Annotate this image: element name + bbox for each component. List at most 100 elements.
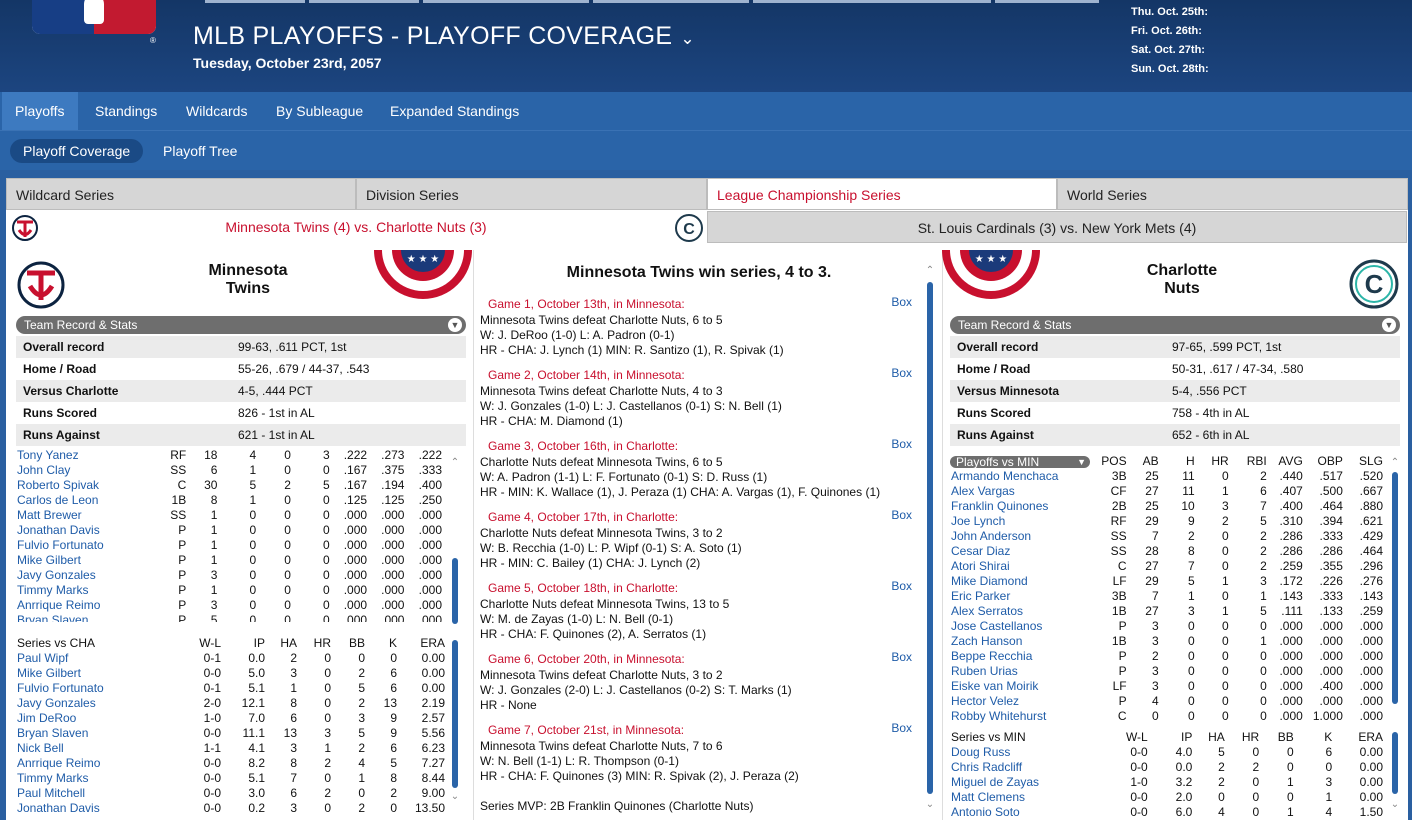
nav-expanded-standings[interactable]: Expanded Standings (377, 92, 532, 130)
matchup-min-cha[interactable]: Minnesota Twins (4) vs. Charlotte Nuts (… (6, 211, 706, 243)
stat-cell[interactable]: Atori Shirai (951, 559, 1101, 574)
stat-cell[interactable]: Tony Yanez (17, 450, 164, 463)
table-row[interactable]: Javy Gonzales P 3 0 0 0 .000 .000 .000 (17, 568, 442, 583)
nav-by-subleague[interactable]: By Subleague (263, 92, 376, 130)
stat-cell[interactable]: Nick Bell (17, 741, 187, 756)
table-row[interactable]: John Anderson SS 7 2 0 2 .286 .333 .429 (951, 529, 1383, 544)
batting-scrollbar[interactable]: ⌃ (1390, 458, 1400, 718)
table-row[interactable]: Timmy Marks 0-0 5.1 7 0 1 8 8.44 (17, 771, 445, 786)
table-row[interactable]: Bryan Slaven 0-0 11.1 13 3 5 9 5.56 (17, 726, 445, 741)
table-row[interactable]: Mike Diamond LF 29 5 1 3 .172 .226 .276 (951, 574, 1383, 589)
table-row[interactable]: Matt Brewer SS 1 0 0 0 .000 .000 .000 (17, 508, 442, 523)
box-score-link[interactable]: Box (891, 366, 912, 380)
table-row[interactable]: Franklin Quinones 2B 25 10 3 7 .400 .464 .880 (951, 499, 1383, 514)
table-row[interactable]: Beppe Recchia P 2 0 0 0 .000 .000 .000 (951, 649, 1383, 664)
stat-cell[interactable]: Beppe Recchia (951, 649, 1101, 664)
stat-cell[interactable]: Bryan Slaven (17, 613, 164, 622)
table-row[interactable]: Jonathan Davis P 1 0 0 0 .000 .000 .000 (17, 523, 442, 538)
stat-cell[interactable]: Armando Menchaca (951, 469, 1101, 484)
stat-cell[interactable]: Jonathan Davis (17, 801, 187, 816)
stat-cell[interactable]: Matt Clemens (951, 790, 1113, 805)
table-row[interactable]: Eiske van Moirik LF 3 0 0 0 .000 .400 .000 (951, 679, 1383, 694)
table-row[interactable]: Nick Bell 1-1 4.1 3 1 2 6 6.23 (17, 741, 445, 756)
table-row[interactable]: Jose Castellanos P 3 0 0 0 .000 .000 .000 (951, 619, 1383, 634)
stat-cell[interactable]: Ruben Urias (951, 664, 1101, 679)
table-row[interactable]: Joe Lynch RF 29 9 2 5 .310 .394 .621 (951, 514, 1383, 529)
table-row[interactable]: Alex Vargas CF 27 11 1 6.407.500.667 (951, 484, 1383, 499)
tab-wildcard-series[interactable]: Wildcard Series (6, 178, 356, 210)
table-row[interactable]: Roberto Spivak C 30 5 2 5 .167 .194 .400 (17, 478, 442, 493)
stat-cell[interactable]: Antonio Soto (951, 805, 1113, 820)
subnav-playoff-tree[interactable]: Playoff Tree (150, 139, 250, 163)
table-row[interactable]: Anrrique Reimo P 3 0 0 0 .000 .000 .000 (17, 598, 442, 613)
stat-cell[interactable]: Anrrique Reimo (17, 598, 164, 613)
stat-cell[interactable]: Alex Serratos (951, 604, 1101, 619)
stat-cell[interactable]: Hector Velez (951, 694, 1101, 709)
table-row[interactable]: Atori Shirai C 27 7 0 2 .259 .355 .296 (951, 559, 1383, 574)
box-score-link[interactable]: Box (891, 650, 912, 664)
table-row[interactable]: Cesar Diaz SS 28 8 0 2 .286 .286 .464 (951, 544, 1383, 559)
stat-cell[interactable]: Jose Castellanos (951, 619, 1101, 634)
chevron-down-icon[interactable]: ▼ (1382, 318, 1396, 332)
nav-wildcards[interactable]: Wildcards (173, 92, 260, 130)
stat-cell[interactable]: Joe Lynch (951, 514, 1101, 529)
stat-cell[interactable]: Roberto Spivak (17, 478, 164, 493)
stat-cell[interactable]: Franklin Quinones (951, 499, 1101, 514)
stat-cell[interactable]: Carlos de Leon (17, 493, 164, 508)
table-row[interactable]: Fulvio Fortunato 0-1 5.1 1 0 5 6 0.00 (17, 681, 445, 696)
table-row[interactable]: Hector Velez P 4 0 0 0 .000 .000 .000 (951, 694, 1383, 709)
stat-cell[interactable]: John Anderson (951, 529, 1101, 544)
table-row[interactable]: Timmy Marks P 1 0 0 0 .000 .000 .000 (17, 583, 442, 598)
table-row[interactable]: Mike Gilbert P 1 0 0 0 .000 .000 .000 (17, 553, 442, 568)
table-row[interactable]: Jim DeRoo 1-0 7.0 6 0 3 9 2.57 (17, 711, 445, 726)
stat-cell[interactable]: Eric Parker (951, 589, 1101, 604)
stat-cell[interactable]: Anrrique Reimo (17, 756, 187, 771)
table-row[interactable]: Paul Wipf 0-1 0.0 2 0 0 0 0.00 (17, 651, 445, 666)
nav-standings[interactable]: Standings (82, 92, 170, 130)
batting-scrollbar[interactable]: ⌃ (450, 458, 460, 628)
chevron-down-icon[interactable]: ⌄ (680, 29, 695, 48)
tab-league-championship-series[interactable]: League Championship Series (707, 178, 1057, 210)
stat-cell[interactable]: Cesar Diaz (951, 544, 1101, 559)
stat-cell[interactable]: Jim DeRoo (17, 711, 187, 726)
stat-cell[interactable]: Doug Russ (951, 745, 1113, 760)
table-row[interactable]: Jonathan Davis 0-0 0.2 3 0 2 0 13.50 (17, 801, 445, 816)
stat-cell[interactable]: Alex Vargas (951, 484, 1101, 499)
table-row[interactable]: Doug Russ 0-0 4.0 5 0 0 6 0.00 (951, 745, 1383, 760)
table-row[interactable]: Javy Gonzales 2-0 12.1 8 0 2 13 2.19 (17, 696, 445, 711)
table-row[interactable]: Robby Whitehurst C 0 0 0 0 .000 1.000 .000 (951, 709, 1383, 724)
box-score-link[interactable]: Box (891, 295, 912, 309)
stat-cell[interactable]: Fulvio Fortunato (17, 538, 164, 553)
stat-cell[interactable]: John Clay (17, 463, 164, 478)
table-row[interactable]: Eric Parker 3B 7 1 0 1 .143 .333 .143 (951, 589, 1383, 604)
tab-world-series[interactable]: World Series (1057, 178, 1408, 210)
stat-cell[interactable]: Mike Diamond (951, 574, 1101, 589)
box-score-link[interactable]: Box (891, 721, 912, 735)
table-row[interactable]: Alex Serratos 1B 27 3 1 5 .111 .133 .259 (951, 604, 1383, 619)
stat-cell[interactable]: Paul Wipf (17, 651, 187, 666)
team-record-header[interactable]: Team Record & Stats ▼ (16, 316, 466, 334)
table-row[interactable]: Tony Yanez RF 18 4 0 3 .222 .273 .222 (17, 450, 442, 463)
tab-division-series[interactable]: Division Series (356, 178, 707, 210)
page-title[interactable]: MLB PLAYOFFS - PLAYOFF COVERAGE ⌄ (193, 22, 695, 51)
stat-cell[interactable]: Bryan Slaven (17, 726, 187, 741)
table-row[interactable]: Fulvio Fortunato P 1 0 0 0 .000 .000 .000 (17, 538, 442, 553)
stat-cell[interactable]: Fulvio Fortunato (17, 681, 187, 696)
table-row[interactable]: Antonio Soto 0-0 6.0 4 0 1 4 1.50 (951, 805, 1383, 820)
stat-cell[interactable]: Matt Brewer (17, 508, 164, 523)
table-row[interactable]: Zach Hanson 1B 3 0 0 1 .000 .000 .000 (951, 634, 1383, 649)
stat-cell[interactable]: Javy Gonzales (17, 568, 164, 583)
stat-cell[interactable]: Timmy Marks (17, 583, 164, 598)
stat-cell[interactable]: Paul Mitchell (17, 786, 187, 801)
table-row[interactable]: Bryan Slaven P 5 0 0 0 .000 .000 .000 (17, 613, 442, 622)
table-row[interactable]: Anrrique Reimo 0-0 8.2 8 2 4 5 7.27 (17, 756, 445, 771)
box-score-link[interactable]: Box (891, 508, 912, 522)
pitching-scrollbar[interactable]: ⌄ (450, 640, 460, 810)
box-score-link[interactable]: Box (891, 437, 912, 451)
stat-cell[interactable]: Timmy Marks (17, 771, 187, 786)
table-row[interactable]: Carlos de Leon 1B 8 1 0 0 .125 .125 .250 (17, 493, 442, 508)
stat-cell[interactable]: Eiske van Moirik (951, 679, 1101, 694)
table-row[interactable]: Armando Menchaca 3B 25 11 0 2 .440 .517 .520 (951, 469, 1383, 484)
stat-cell[interactable]: Zach Hanson (951, 634, 1101, 649)
table-row[interactable]: Mike Gilbert 0-0 5.0 3 0 2 6 0.00 (17, 666, 445, 681)
